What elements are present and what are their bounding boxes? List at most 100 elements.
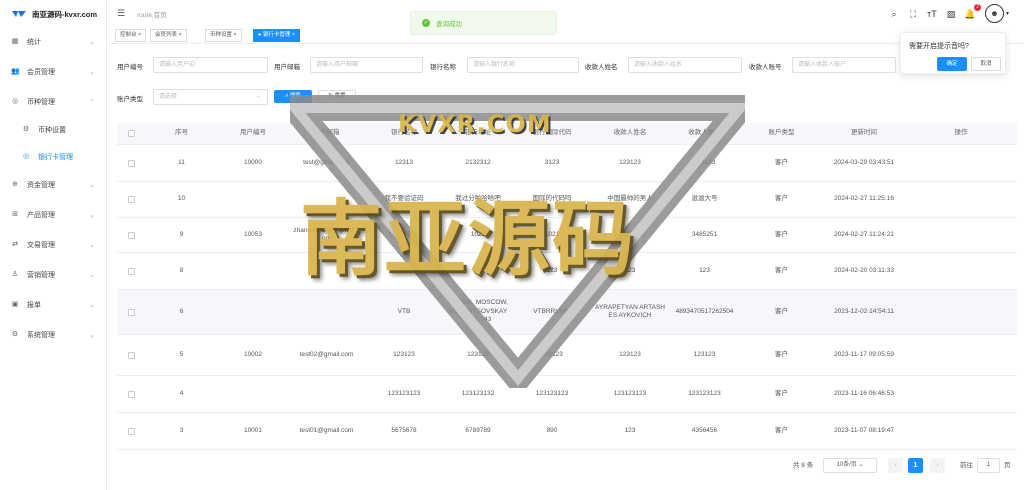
- tab-console[interactable]: 控制台 ×: [115, 29, 147, 42]
- sidebar-item-system[interactable]: ⚙ 系统管理 ⌄: [0, 325, 106, 345]
- chevron-down-icon: ⌄: [89, 39, 95, 46]
- goto-page-input[interactable]: 1: [977, 458, 1000, 473]
- table-row[interactable]: 4 123123123 123123132 123123123 123123123 123…: [117, 376, 1017, 413]
- filter-label-payee: 收款人姓名: [585, 64, 618, 71]
- tab-bar: 控制台 × 会员列表 × 币种设置 × ● 银行卡管理 ×: [108, 28, 1024, 44]
- table-cell: [218, 182, 288, 217]
- search-icon[interactable]: ⌕: [887, 7, 901, 21]
- filter-label-user-id: 用户编号: [117, 64, 143, 71]
- table-cell: 3: [179, 426, 184, 434]
- tab-member-list[interactable]: 会员列表 ×: [150, 29, 187, 42]
- next-page-button[interactable]: ›: [930, 458, 945, 473]
- report-icon: ▣: [11, 301, 19, 308]
- row-checkbox-cell: [117, 413, 145, 449]
- bank-name-input[interactable]: 请输入银行名称: [467, 57, 579, 73]
- sidebar-item-funds[interactable]: ⊕ 资金管理 ⌄: [0, 175, 106, 195]
- tab-bank-cards[interactable]: ● 银行卡管理 ×: [253, 29, 301, 42]
- translate-icon[interactable]: ▨: [944, 7, 958, 21]
- caret-down-icon[interactable]: ▾: [1006, 10, 1009, 17]
- sidebar-item-products[interactable]: ⊞ 产品管理 ⌄: [0, 205, 106, 225]
- table-cell: 3485251: [691, 230, 718, 238]
- sidebar-item-currency[interactable]: ◎ 币种管理 ⌃: [0, 92, 106, 112]
- chevron-up-icon: ⌃: [89, 99, 95, 106]
- fullscreen-icon[interactable]: ⛶: [906, 7, 920, 21]
- table-cell: 客户: [775, 195, 788, 203]
- row-checkbox[interactable]: [127, 308, 135, 316]
- table-cell: 4893470517262504: [675, 307, 734, 315]
- gear-icon: ⚙: [22, 126, 30, 133]
- table-cell: 123123: [693, 350, 716, 358]
- table-cell: 10001: [243, 426, 263, 434]
- row-checkbox[interactable]: [127, 390, 135, 398]
- sidebar-item-members[interactable]: 👥 会员管理 ⌄: [0, 62, 106, 82]
- confirm-button[interactable]: 确定: [937, 57, 967, 71]
- row-checkbox[interactable]: [127, 267, 135, 275]
- account-input[interactable]: 请输入收款人账户: [792, 57, 896, 73]
- search-button[interactable]: ⌕ 搜索: [274, 90, 312, 103]
- table-cell: 123123: [393, 350, 415, 358]
- avatar[interactable]: ☻: [984, 4, 1004, 23]
- table-cell: 123123123: [535, 389, 569, 397]
- sidebar-item-bank-cards[interactable]: ◎ 银行卡管理: [0, 147, 106, 167]
- column-header: 用户编号: [240, 129, 266, 137]
- actions-cell: [905, 376, 1017, 412]
- row-checkbox[interactable]: [127, 159, 135, 167]
- table-cell: VTBRRUMM: [533, 307, 571, 315]
- cancel-button[interactable]: 取消: [971, 57, 1001, 71]
- table-cell: 9: [179, 230, 184, 238]
- chevron-down-icon: ⌄: [89, 332, 95, 339]
- toast-text: 查询成功: [436, 21, 462, 28]
- table-cell: 滋滋大号: [691, 195, 718, 203]
- table-row[interactable]: 6 VTB RUSSIA, MOSCOW, VORONTSOVSKAYA UL., …: [117, 290, 1017, 335]
- table-row[interactable]: 3 10001 test01@gmail.com 5675678 6789789 890 1…: [117, 413, 1017, 450]
- page-size-value: 10条/页: [836, 462, 857, 468]
- table-cell: 6789789: [465, 426, 491, 434]
- filter-label-bank: 银行名称: [430, 64, 456, 71]
- email-input[interactable]: 请输入用户邮箱: [310, 57, 423, 73]
- table-cell: test02@gmail.com: [299, 350, 354, 358]
- row-checkbox[interactable]: [127, 351, 135, 359]
- table-row[interactable]: 5 10002 test02@gmail.com 123123 123123 123123…: [117, 335, 1017, 376]
- table-cell: 2024-02-27 11:24:21: [834, 230, 894, 238]
- table-cell: 123123: [693, 158, 716, 166]
- users-icon: 👥: [11, 68, 20, 75]
- column-header: 收款人姓名: [613, 129, 647, 137]
- reset-button[interactable]: ↻ 重置: [318, 90, 356, 103]
- table-cell: 2024-02-20 03:11:33: [834, 266, 894, 274]
- prev-page-button[interactable]: ‹: [888, 458, 903, 473]
- filter-label-account: 收款人账号: [749, 64, 782, 71]
- column-header: 操作: [954, 129, 968, 137]
- row-checkbox[interactable]: [127, 196, 135, 203]
- page-size-select[interactable]: 10条/页 ⌄: [823, 458, 877, 473]
- sidebar-item-currency-settings[interactable]: ⚙ 币种设置: [0, 120, 106, 140]
- sidebar-item-trades[interactable]: ⇄ 交易管理 ⌄: [0, 235, 106, 255]
- row-checkbox-cell: [117, 253, 145, 289]
- font-size-icon[interactable]: тT: [925, 7, 939, 21]
- actions-cell: [905, 335, 1017, 375]
- page-1-button[interactable]: 1: [908, 458, 923, 473]
- column-header: 序号: [175, 129, 188, 137]
- sidebar-item-marketing[interactable]: ♙ 营销管理 ⌄: [0, 265, 106, 285]
- sidebar-item-reports[interactable]: ▣ 报单 ⌄: [0, 295, 106, 315]
- logo[interactable]: 南亚源码-kvxr.com: [0, 0, 106, 28]
- row-checkbox[interactable]: [127, 231, 135, 239]
- check-icon: ✓: [422, 19, 430, 27]
- select-all-checkbox[interactable]: [127, 130, 135, 137]
- row-checkbox[interactable]: [127, 427, 135, 435]
- sidebar-item-stats[interactable]: ▦ 统计 ⌄: [0, 32, 106, 52]
- table-cell: 客户: [775, 426, 788, 434]
- user-id-input[interactable]: 请输入用户ID: [153, 57, 268, 73]
- bell-icon[interactable]: 🔔 2: [963, 3, 981, 21]
- chevron-down-icon: ⌄: [256, 93, 262, 99]
- account-type-select[interactable]: 请选择: [153, 89, 268, 105]
- pagination-total: 共 8 条: [793, 462, 814, 469]
- table-cell: 123123: [619, 350, 641, 358]
- menu-toggle-icon[interactable]: ☰: [117, 8, 125, 19]
- row-checkbox-cell: [117, 145, 145, 181]
- actions-cell: [905, 413, 1017, 449]
- wallet-icon: ⊕: [12, 181, 18, 188]
- table-cell: AYRAPETYAN ARTASHES AYKOVICH: [595, 303, 665, 320]
- payee-name-input[interactable]: 请输入收款人姓名: [628, 57, 742, 73]
- tab-currency-settings[interactable]: 币种设置 ×: [205, 29, 242, 42]
- table-cell: 123123: [467, 350, 489, 358]
